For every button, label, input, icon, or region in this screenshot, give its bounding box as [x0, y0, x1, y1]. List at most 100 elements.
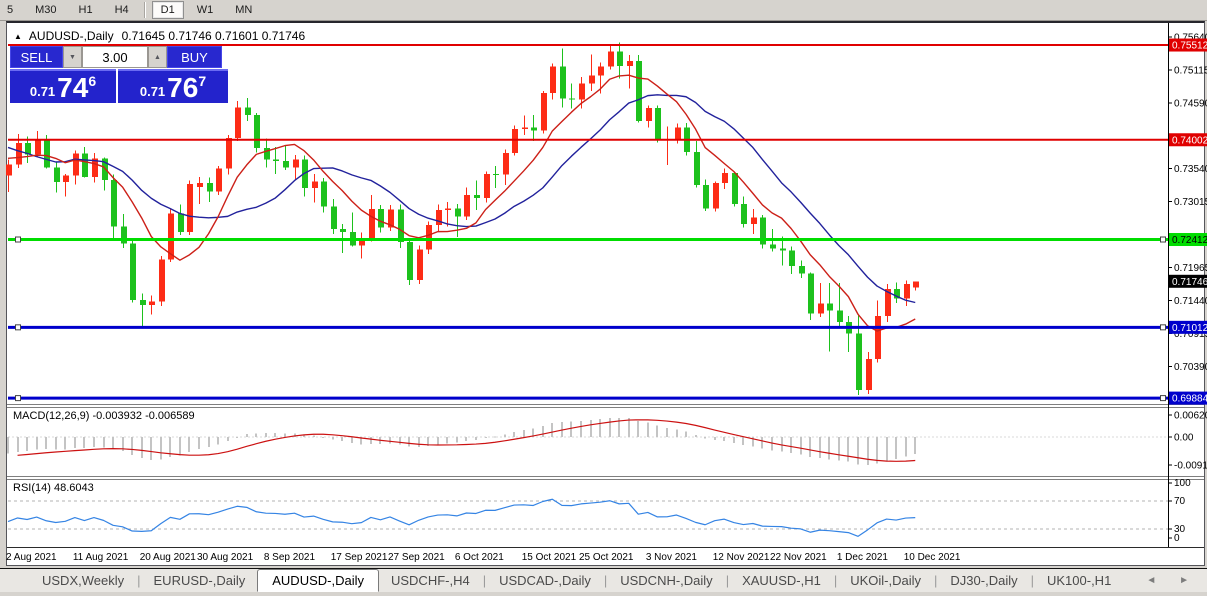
- macd-histogram-bar: [494, 437, 496, 438]
- candle-body: [293, 159, 299, 167]
- chart-tab-eurusd-daily[interactable]: EURUSD-,Daily: [142, 571, 258, 590]
- macd-histogram-bar: [83, 437, 85, 448]
- candle-body: [770, 245, 776, 249]
- candle-body: [512, 129, 518, 153]
- candle-body: [111, 180, 117, 226]
- line-anchor-handle[interactable]: [1161, 396, 1166, 401]
- macd-axis-label: -0.00919: [1174, 461, 1207, 472]
- candle-body: [378, 209, 384, 228]
- macd-histogram-bar: [485, 437, 487, 438]
- line-anchor-handle[interactable]: [1161, 237, 1166, 242]
- price-marker-label: 0.71012: [1172, 323, 1207, 334]
- chart-tab-ukoil-daily[interactable]: UKOil-,Daily: [838, 571, 933, 590]
- macd-histogram-bar: [809, 437, 811, 457]
- date-axis-label: 8 Sep 2021: [264, 552, 316, 563]
- chart-tab-usdcnh-daily[interactable]: USDCNH-,Daily: [608, 571, 724, 590]
- macd-histogram-bar: [36, 437, 38, 449]
- chart-title-symbol: AUDUSD-,Daily: [29, 29, 114, 43]
- sell-price-sup: 6: [88, 73, 96, 89]
- buy-price-box[interactable]: 0.71 76 7: [118, 69, 228, 103]
- macd-histogram-bar: [198, 437, 200, 449]
- candle-body: [226, 138, 232, 169]
- macd-histogram-bar: [723, 437, 725, 441]
- macd-histogram-bar: [141, 437, 143, 458]
- macd-histogram-bar: [437, 437, 439, 445]
- price-axis-label: 0.71965: [1174, 263, 1207, 274]
- volume-input[interactable]: 3.00: [82, 46, 148, 68]
- chart-tab-usdchf-h4[interactable]: USDCHF-,H4: [379, 571, 482, 590]
- candle-body: [608, 51, 614, 66]
- line-anchor-handle[interactable]: [16, 325, 21, 330]
- macd-histogram-bar: [905, 437, 907, 456]
- line-anchor-handle[interactable]: [16, 396, 21, 401]
- date-axis-label: 17 Sep 2021: [331, 552, 388, 563]
- candle-body: [646, 108, 652, 121]
- candle-body: [866, 359, 872, 390]
- chart-tab-usdx-weekly[interactable]: USDX,Weekly: [30, 571, 136, 590]
- price-axis-label: 0.71440: [1174, 296, 1207, 307]
- macd-histogram-bar: [695, 435, 697, 437]
- rsi-axis-label: 0: [1174, 533, 1180, 544]
- volume-decrease-button[interactable]: ▼: [63, 46, 82, 68]
- macd-histogram-bar: [313, 435, 315, 437]
- spin-up-icon: ▲: [154, 54, 161, 61]
- macd-histogram-bar: [93, 437, 95, 447]
- candle-body: [579, 83, 585, 99]
- macd-histogram-bar: [112, 437, 114, 449]
- macd-histogram-bar: [217, 437, 219, 444]
- macd-histogram-bar: [590, 420, 592, 437]
- line-anchor-handle[interactable]: [1161, 325, 1166, 330]
- macd-histogram-bar: [513, 432, 515, 437]
- candle-body: [216, 169, 222, 192]
- macd-histogram-bar: [895, 437, 897, 459]
- macd-histogram-bar: [570, 422, 572, 437]
- candle-body: [741, 204, 747, 224]
- date-axis-label: 3 Nov 2021: [646, 552, 698, 563]
- candle-body: [235, 107, 241, 138]
- chart-tab-audusd-daily[interactable]: AUDUSD-,Daily: [257, 569, 379, 592]
- macd-histogram-bar: [446, 437, 448, 443]
- line-anchor-handle[interactable]: [16, 237, 21, 242]
- candle-body: [818, 304, 824, 314]
- candle-body: [808, 274, 814, 314]
- ma-fast-line: [8, 75, 915, 331]
- macd-histogram-bar: [886, 437, 888, 461]
- macd-histogram-bar: [418, 437, 420, 447]
- candle-body: [722, 173, 728, 183]
- candle-body: [273, 159, 279, 161]
- candle-body: [35, 140, 41, 154]
- chart-tab-usdcad-daily[interactable]: USDCAD-,Daily: [487, 571, 603, 590]
- macd-histogram-bar: [857, 437, 859, 464]
- candle-body: [780, 248, 786, 250]
- buy-button[interactable]: BUY: [167, 46, 222, 68]
- trade-panel: SELL ▼ 3.00 ▲ BUY 0.71 74 6 0.71 76 7: [10, 46, 228, 103]
- macd-histogram-bar: [284, 434, 286, 437]
- candle-body: [598, 66, 604, 75]
- chart-tab-xauusd-h1[interactable]: XAUUSD-,H1: [730, 571, 833, 590]
- macd-histogram-bar: [838, 437, 840, 460]
- macd-histogram-bar: [637, 421, 639, 437]
- candle-body: [254, 115, 260, 148]
- macd-histogram-bar: [370, 437, 372, 444]
- chart-tab-dj30-daily[interactable]: DJ30-,Daily: [938, 571, 1029, 590]
- macd-histogram-bar: [399, 437, 401, 445]
- date-axis-label: 1 Dec 2021: [837, 552, 889, 563]
- candle-body: [694, 152, 700, 185]
- macd-histogram-bar: [26, 437, 28, 451]
- sell-button[interactable]: SELL: [10, 46, 63, 68]
- candle-body: [130, 243, 136, 299]
- tab-separator: |: [726, 573, 729, 588]
- candle-body: [283, 161, 289, 167]
- candle-body: [16, 143, 22, 164]
- candle-body: [617, 51, 623, 65]
- candle-body: [493, 174, 499, 175]
- macd-histogram-bar: [236, 437, 238, 438]
- macd-histogram-bar: [265, 433, 267, 437]
- sell-price-box[interactable]: 0.71 74 6: [10, 69, 116, 103]
- macd-histogram-bar: [800, 437, 802, 454]
- chart-tab-uk100-h1[interactable]: UK100-,H1: [1035, 571, 1123, 590]
- volume-increase-button[interactable]: ▲: [148, 46, 167, 68]
- tab-scroll-arrows[interactable]: ◄ ►: [1146, 575, 1199, 586]
- macd-histogram-bar: [74, 437, 76, 448]
- candle-body: [63, 176, 69, 182]
